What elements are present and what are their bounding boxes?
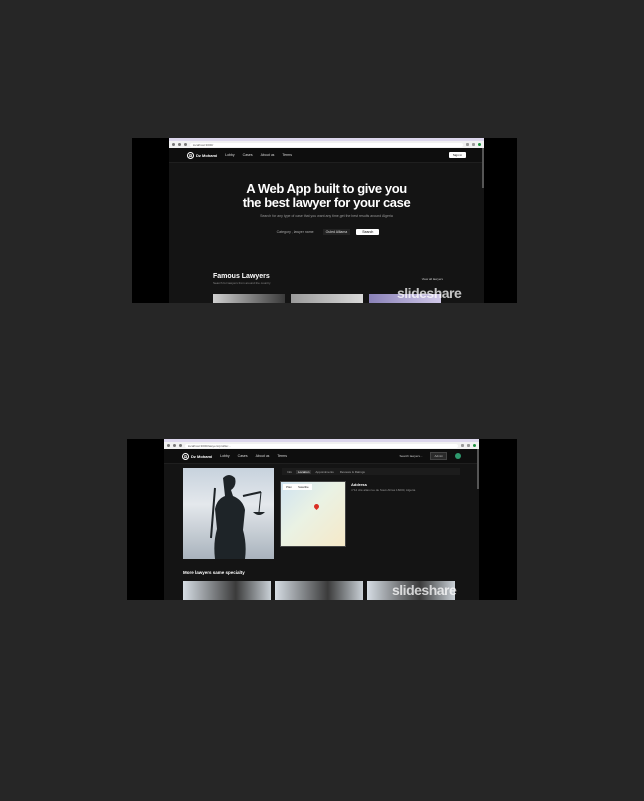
admin-button[interactable]: Admin — [430, 452, 447, 460]
back-icon[interactable] — [172, 143, 175, 146]
extension-icon[interactable] — [467, 444, 470, 447]
sign-in-button[interactable]: Sign in — [448, 152, 466, 158]
browser-address-bar: localhost:3000/ — [169, 141, 484, 148]
browser-window: localhost:3000/ ⚖ Dz Mohami Lobby Cases … — [169, 138, 484, 303]
slideshare-watermark: slideshare — [397, 285, 462, 301]
back-icon[interactable] — [167, 444, 170, 447]
hero-section: A Web App built to give you the best law… — [169, 163, 484, 235]
address-title: Address — [351, 482, 368, 487]
extension-icon[interactable] — [461, 444, 464, 447]
slide-home: localhost:3000/ ⚖ Dz Mohami Lobby Cases … — [132, 138, 517, 303]
scales-icon: ⚖ — [182, 452, 189, 460]
famous-lawyers-title: Famous Lawyers — [213, 273, 270, 280]
nav-about-us[interactable]: About us — [261, 153, 275, 157]
category-input[interactable]: Category , lawyer name — [274, 229, 317, 235]
tab-reviews[interactable]: Reviews & Ratings — [338, 470, 367, 474]
reload-icon[interactable] — [179, 444, 182, 447]
forward-icon[interactable] — [173, 444, 176, 447]
more-lawyers-title: More lawyers same specialty — [183, 570, 245, 575]
browser-window: localhost:3000/lawyers/profile/... ⚖ Dz … — [164, 439, 479, 600]
lawyer-card-image[interactable] — [213, 294, 285, 303]
search-bar: Category , lawyer name Ouled Alliama Sea… — [169, 229, 484, 235]
nav-terms[interactable]: Terms — [277, 454, 287, 458]
app-navbar: ⚖ Dz Mohami Lobby Cases About us Terms S… — [164, 449, 479, 464]
map-pin-icon[interactable] — [312, 502, 321, 511]
hero-title: A Web App built to give you the best law… — [169, 182, 484, 210]
url-field[interactable]: localhost:3000/lawyers/profile/... — [185, 443, 458, 448]
tab-appointments[interactable]: Appointments — [313, 470, 335, 474]
reload-icon[interactable] — [184, 143, 187, 146]
profile-icon[interactable] — [478, 143, 481, 146]
browser-address-bar: localhost:3000/lawyers/profile/... — [164, 442, 479, 449]
forward-icon[interactable] — [178, 143, 181, 146]
nav-cases[interactable]: Cases — [243, 153, 253, 157]
scrollbar[interactable] — [482, 148, 484, 188]
tab-location[interactable]: Location — [296, 469, 312, 474]
nav-lobby[interactable]: Lobby — [220, 454, 230, 458]
hero-title-line-2: the best lawyer for your case — [242, 195, 411, 210]
nav-about-us[interactable]: About us — [256, 454, 270, 458]
slideshare-watermark: slideshare — [392, 582, 457, 598]
view-all-link[interactable]: View all lawyers — [422, 277, 443, 281]
avatar[interactable] — [455, 453, 461, 459]
search-button[interactable]: Search — [356, 229, 380, 235]
address-text: n°12 cité alias rue de Souk Ahras 16000,… — [351, 488, 416, 492]
url-field[interactable]: localhost:3000/ — [190, 142, 463, 147]
extension-icon[interactable] — [472, 143, 475, 146]
profile-icon[interactable] — [473, 444, 476, 447]
profile-tabs: Info Location Appointments Reviews & Rat… — [282, 468, 460, 475]
lawyer-card-image[interactable] — [275, 581, 363, 600]
lady-justice-image — [183, 468, 274, 559]
nav-terms[interactable]: Terms — [282, 153, 292, 157]
location-map[interactable]: Plan Satellite — [280, 481, 346, 547]
slide-profile: localhost:3000/lawyers/profile/... ⚖ Dz … — [127, 439, 517, 600]
location-select[interactable]: Ouled Alliama — [322, 229, 351, 235]
map-satellite-button[interactable]: Satellite — [295, 484, 312, 490]
brand-name: Dz Mohami — [191, 453, 213, 459]
logo[interactable]: ⚖ Dz Mohami — [187, 151, 218, 159]
map-plan-button[interactable]: Plan — [283, 484, 295, 490]
extension-icon[interactable] — [466, 143, 469, 146]
hero-subtitle: Search for any type of case that you wan… — [260, 214, 393, 218]
nav-lobby[interactable]: Lobby — [225, 153, 235, 157]
hero-title-line-1: A Web App built to give you — [246, 181, 407, 196]
lawyer-card-image[interactable] — [291, 294, 363, 303]
logo[interactable]: ⚖ Dz Mohami — [182, 452, 213, 460]
app-navbar: ⚖ Dz Mohami Lobby Cases About us Terms S… — [169, 148, 484, 163]
search-lawyers-input[interactable]: Search lawyers... — [399, 454, 422, 458]
tab-info[interactable]: Info — [285, 470, 294, 474]
nav-cases[interactable]: Cases — [238, 454, 248, 458]
map-type-toggle: Plan Satellite — [283, 484, 312, 490]
lady-justice-silhouette-icon — [210, 475, 265, 559]
scrollbar[interactable] — [477, 449, 479, 489]
lawyer-card-image[interactable] — [183, 581, 271, 600]
brand-name: Dz Mohami — [196, 152, 218, 158]
famous-lawyers-section: Famous Lawyers Search for lawyers from a… — [213, 273, 453, 285]
scales-icon: ⚖ — [187, 151, 194, 159]
